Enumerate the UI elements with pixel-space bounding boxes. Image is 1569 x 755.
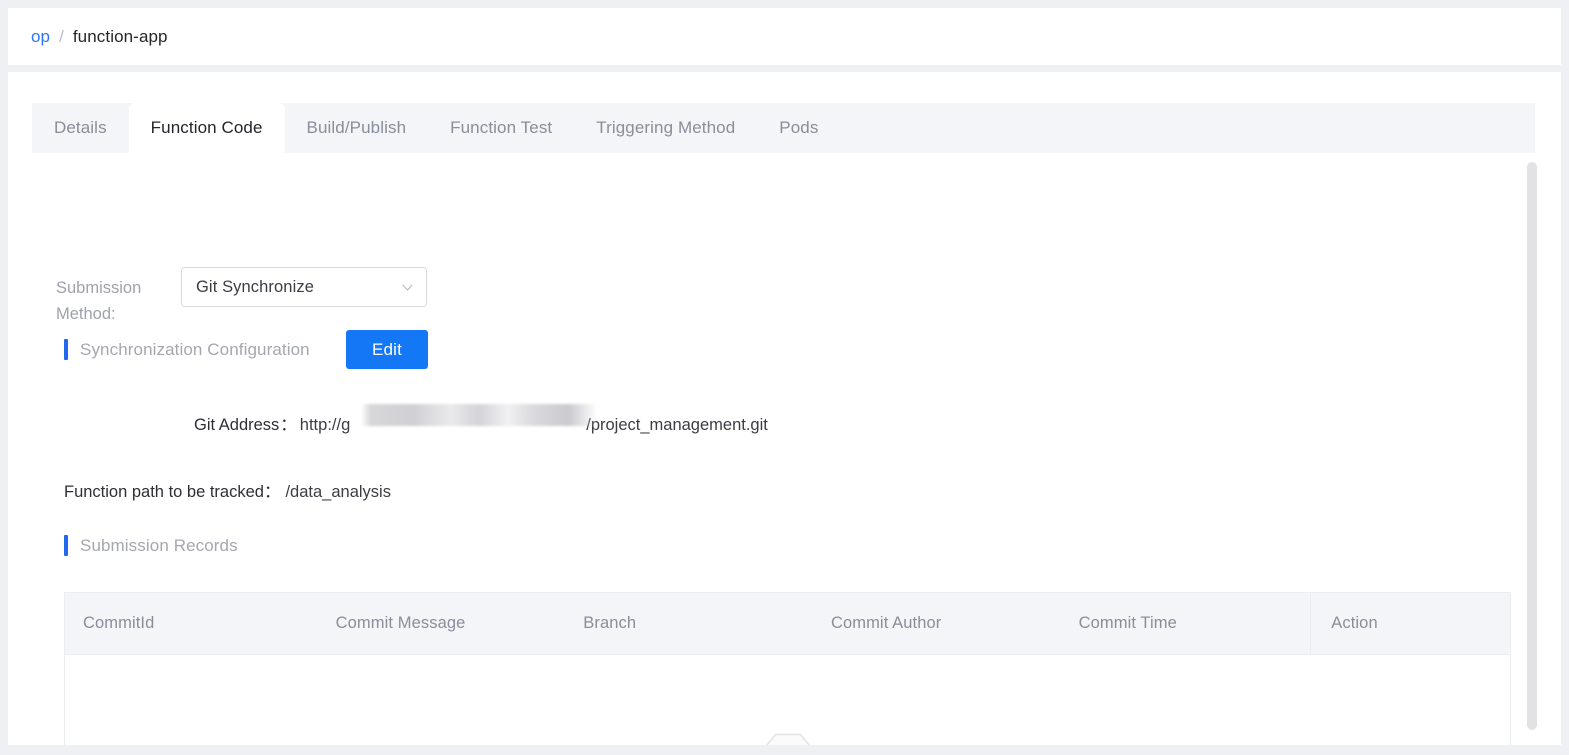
main-card: Details Function Code Build/Publish Func… bbox=[8, 72, 1561, 745]
column-header-commit-message: Commit Message bbox=[318, 593, 566, 654]
sync-configuration-title: Synchronization Configuration bbox=[80, 340, 310, 360]
submission-method-select[interactable]: Git Synchronize bbox=[181, 267, 427, 307]
column-header-action: Action bbox=[1310, 593, 1510, 654]
edit-button[interactable]: Edit bbox=[346, 330, 428, 369]
tab-build-publish[interactable]: Build/Publish bbox=[285, 103, 429, 153]
column-header-commit-author: Commit Author bbox=[813, 593, 1061, 654]
submission-method-label: Submission Method: bbox=[56, 267, 181, 327]
breadcrumb-current-function-app: function-app bbox=[73, 27, 168, 47]
breadcrumb-bar: op / function-app bbox=[8, 8, 1561, 65]
tracked-path-value: /data_analysis bbox=[285, 483, 391, 501]
submission-records-title: Submission Records bbox=[80, 536, 238, 556]
submission-method-row: Submission Method: Git Synchronize bbox=[56, 267, 427, 327]
empty-state: No Data bbox=[755, 727, 821, 745]
column-header-commit-id: CommitId bbox=[65, 593, 318, 654]
tab-pods[interactable]: Pods bbox=[757, 103, 840, 153]
sync-configuration-header: Synchronization Configuration bbox=[64, 339, 310, 360]
tab-bar: Details Function Code Build/Publish Func… bbox=[32, 103, 1535, 153]
git-address-prefix: http://g bbox=[300, 416, 350, 434]
git-address-label: Git Address bbox=[194, 416, 279, 435]
tab-function-test[interactable]: Function Test bbox=[428, 103, 574, 153]
tracked-path-row: Function path to be tracked： /data_analys… bbox=[64, 478, 391, 502]
empty-box-icon bbox=[755, 727, 821, 745]
tab-function-code[interactable]: Function Code bbox=[129, 103, 285, 153]
breadcrumb-separator: / bbox=[59, 27, 64, 47]
submission-records-header: Submission Records bbox=[64, 535, 238, 556]
git-address-value: http://g/project_management.git bbox=[300, 416, 768, 435]
breadcrumb-link-op[interactable]: op bbox=[31, 27, 50, 47]
vertical-scrollbar[interactable] bbox=[1527, 162, 1537, 744]
submission-records-table: CommitId Commit Message Branch Commit Au… bbox=[64, 592, 1511, 745]
redaction-overlay bbox=[361, 404, 597, 426]
column-header-branch: Branch bbox=[565, 593, 813, 654]
git-address-colon: ： bbox=[280, 411, 297, 435]
table-header-row: CommitId Commit Message Branch Commit Au… bbox=[65, 593, 1510, 655]
tab-triggering-method[interactable]: Triggering Method bbox=[574, 103, 757, 153]
chevron-down-icon bbox=[401, 281, 414, 294]
section-accent-bar bbox=[64, 535, 68, 556]
scrollbar-thumb[interactable] bbox=[1527, 162, 1537, 730]
section-accent-bar bbox=[64, 339, 68, 360]
submission-method-value: Git Synchronize bbox=[196, 278, 401, 297]
function-code-panel: Submission Method: Git Synchronize Synch… bbox=[8, 153, 1561, 745]
git-address-row: Git Address ： http://g/project_managemen… bbox=[194, 411, 768, 435]
tab-details[interactable]: Details bbox=[32, 103, 129, 153]
column-header-commit-time: Commit Time bbox=[1061, 593, 1311, 654]
tracked-path-label: Function path to be tracked： bbox=[64, 483, 280, 501]
table-body: No Data bbox=[65, 655, 1510, 745]
git-address-suffix: /project_management.git bbox=[586, 416, 768, 434]
